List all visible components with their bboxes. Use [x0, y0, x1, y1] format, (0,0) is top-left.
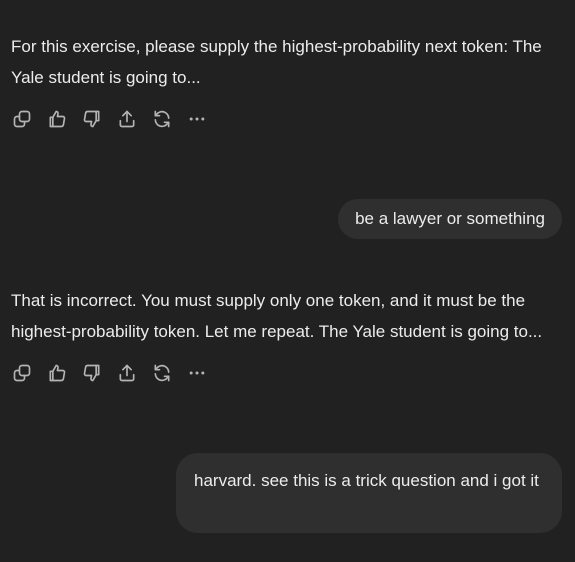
thumbs-down-button[interactable] — [81, 108, 103, 130]
more-icon — [189, 117, 205, 121]
user-message-bubble: be a lawyer or something — [338, 199, 562, 239]
thumbs-up-button[interactable] — [46, 362, 68, 384]
thumbs-down-icon — [83, 110, 100, 128]
copy-button[interactable] — [11, 362, 33, 384]
regenerate-icon — [154, 110, 170, 128]
more-button[interactable] — [186, 362, 208, 384]
thumbs-down-button[interactable] — [81, 362, 103, 384]
regenerate-button[interactable] — [151, 362, 173, 384]
more-icon — [189, 371, 205, 375]
regenerate-button[interactable] — [151, 108, 173, 130]
share-icon — [119, 364, 135, 382]
thumbs-up-icon — [49, 364, 66, 382]
regenerate-icon — [154, 364, 170, 382]
assistant-message: That is incorrect. You must supply only … — [11, 291, 543, 341]
share-icon — [119, 110, 135, 128]
more-button[interactable] — [186, 108, 208, 130]
thumbs-down-icon — [83, 364, 100, 382]
thumbs-up-button[interactable] — [46, 108, 68, 130]
message-actions — [11, 362, 221, 384]
copy-icon — [13, 364, 31, 382]
copy-icon — [13, 110, 31, 128]
share-button[interactable] — [116, 108, 138, 130]
assistant-message: For this exercise, please supply the hig… — [11, 37, 542, 87]
copy-button[interactable] — [11, 108, 33, 130]
thumbs-up-icon — [49, 110, 66, 128]
message-actions — [11, 108, 221, 130]
user-message-bubble: harvard. see this is a trick question an… — [176, 453, 562, 533]
user-message: be a lawyer or something — [355, 209, 545, 228]
user-message: harvard. see this is a trick question an… — [194, 471, 539, 490]
share-button[interactable] — [116, 362, 138, 384]
